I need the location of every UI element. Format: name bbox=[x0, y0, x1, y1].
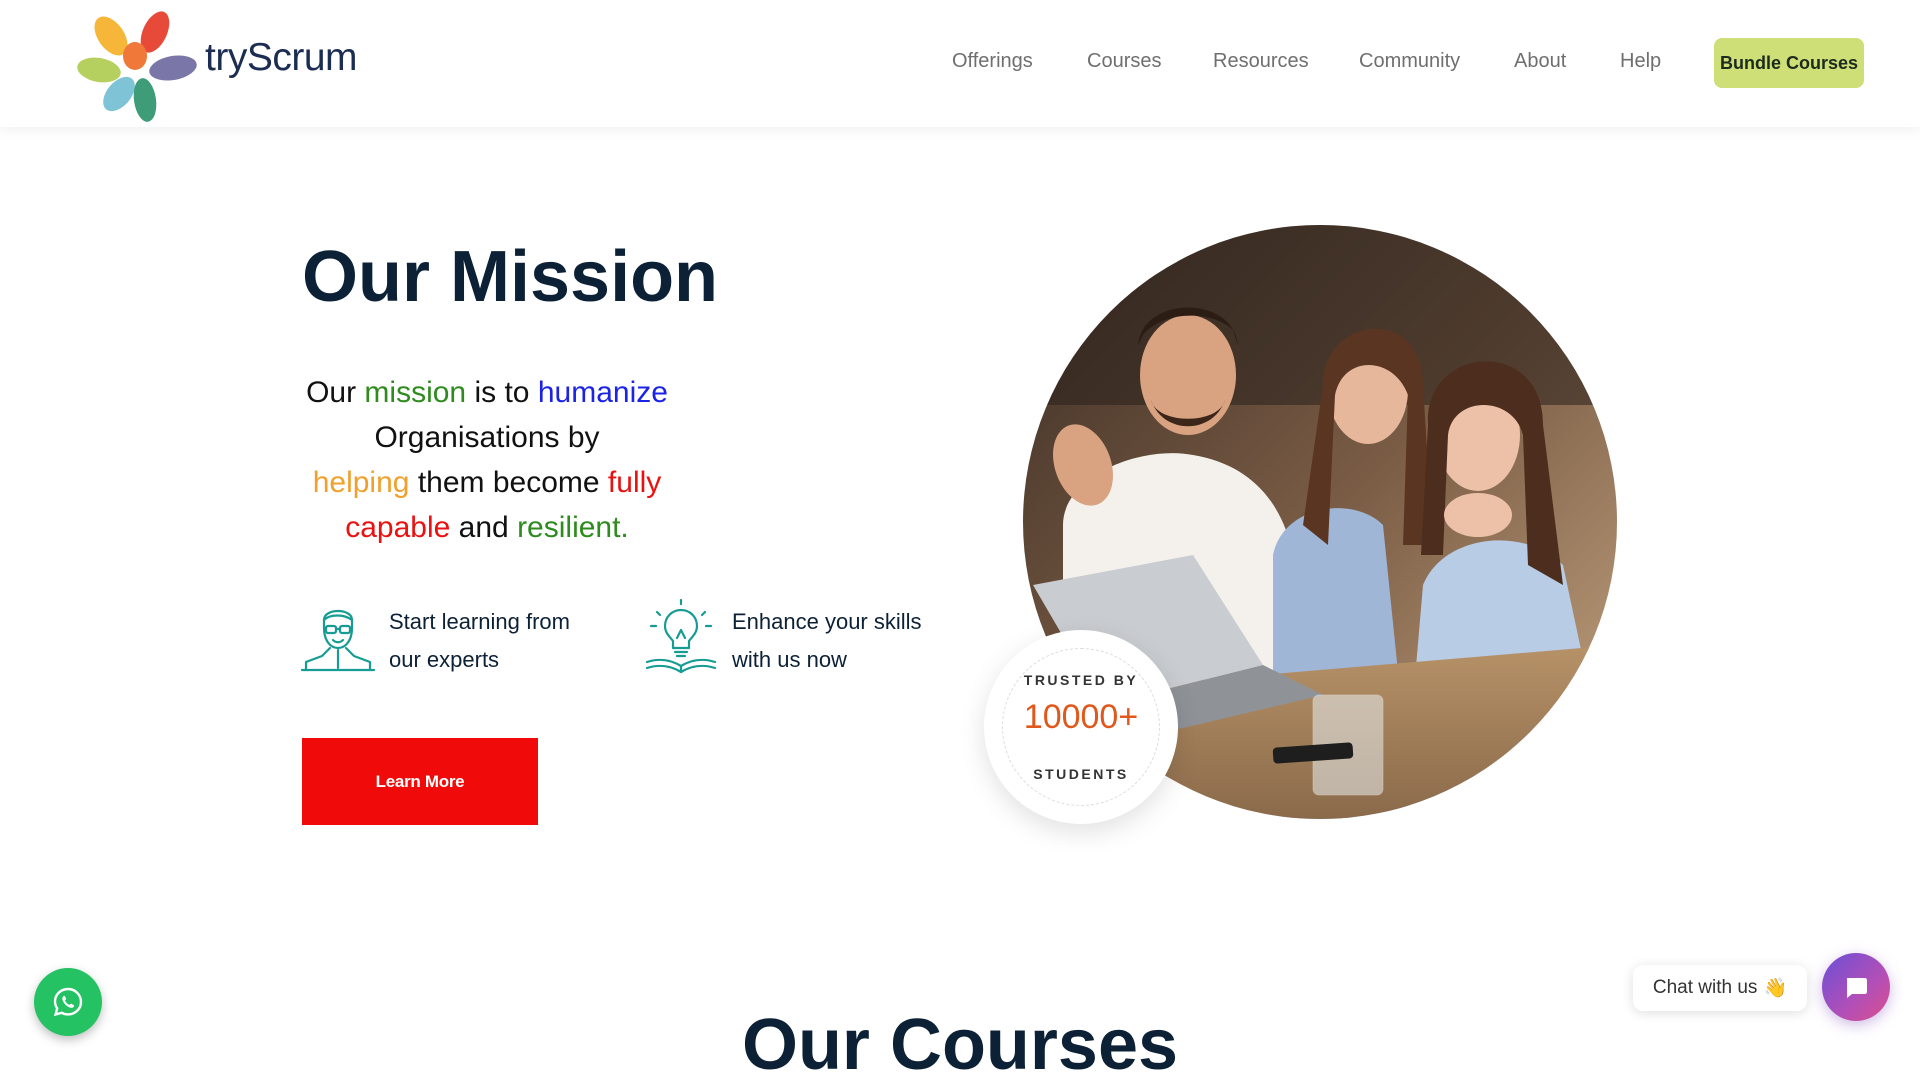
whatsapp-icon bbox=[53, 987, 83, 1017]
chat-with-us-label[interactable]: Chat with us 👋 bbox=[1633, 965, 1807, 1011]
nav-about[interactable]: About bbox=[1514, 50, 1566, 73]
mission-word-green: resilient. bbox=[517, 511, 629, 544]
lightbulb-book-icon bbox=[645, 598, 717, 674]
mission-word: them become bbox=[417, 466, 600, 499]
mission-word: Our bbox=[306, 376, 357, 409]
mission-word: is to bbox=[474, 376, 530, 409]
nav-offerings[interactable]: Offerings bbox=[952, 50, 1033, 73]
nav-courses[interactable]: Courses bbox=[1087, 50, 1161, 73]
nav-help[interactable]: Help bbox=[1620, 50, 1661, 73]
whatsapp-button[interactable] bbox=[34, 968, 102, 1036]
mission-word: Organisations by bbox=[374, 421, 600, 454]
nav-resources[interactable]: Resources bbox=[1213, 50, 1309, 73]
chat-launcher-button[interactable] bbox=[1822, 953, 1890, 1021]
waving-hand-icon: 👋 bbox=[1763, 978, 1788, 999]
expert-person-icon bbox=[300, 609, 376, 672]
chat-label-text: Chat with us bbox=[1652, 977, 1758, 998]
nav-community[interactable]: Community bbox=[1359, 50, 1460, 73]
mission-word-red: capable bbox=[345, 511, 451, 544]
mission-statement: Our mission is to humanize Organisations… bbox=[302, 370, 672, 550]
feature-line: our experts bbox=[389, 647, 500, 672]
trusted-by-badge: TRUSTED BY 10000+ STUDENTS bbox=[984, 630, 1178, 824]
tryscrum-logo-icon[interactable] bbox=[73, 4, 201, 124]
feature-skills-text: Enhance your skills with us now bbox=[732, 603, 922, 679]
mission-word-blue: humanize bbox=[537, 376, 668, 409]
chat-bubble-icon bbox=[1847, 978, 1867, 998]
feature-line: Enhance your skills bbox=[732, 609, 922, 634]
feature-line: with us now bbox=[732, 647, 847, 672]
mission-title: Our Mission bbox=[302, 237, 719, 317]
brand-name[interactable]: tryScrum bbox=[205, 36, 358, 80]
feature-line: Start learning from bbox=[389, 609, 570, 634]
feature-expert-text: Start learning from our experts bbox=[389, 603, 570, 679]
courses-title: Our Courses bbox=[741, 1005, 1179, 1085]
badge-label-top: TRUSTED BY bbox=[1023, 672, 1139, 688]
site-header: tryScrum Offerings Courses Resources Com… bbox=[0, 0, 1920, 127]
mission-word-orange: helping bbox=[312, 466, 410, 499]
mission-word-red: fully bbox=[607, 466, 662, 499]
mission-word-green: mission bbox=[364, 376, 467, 409]
badge-label-bottom: STUDENTS bbox=[1033, 766, 1129, 782]
bundle-courses-button[interactable]: Bundle Courses bbox=[1714, 38, 1864, 88]
mission-word: and bbox=[458, 511, 509, 544]
badge-student-count: 10000+ bbox=[1023, 698, 1139, 736]
learn-more-button[interactable]: Learn More bbox=[302, 738, 538, 825]
